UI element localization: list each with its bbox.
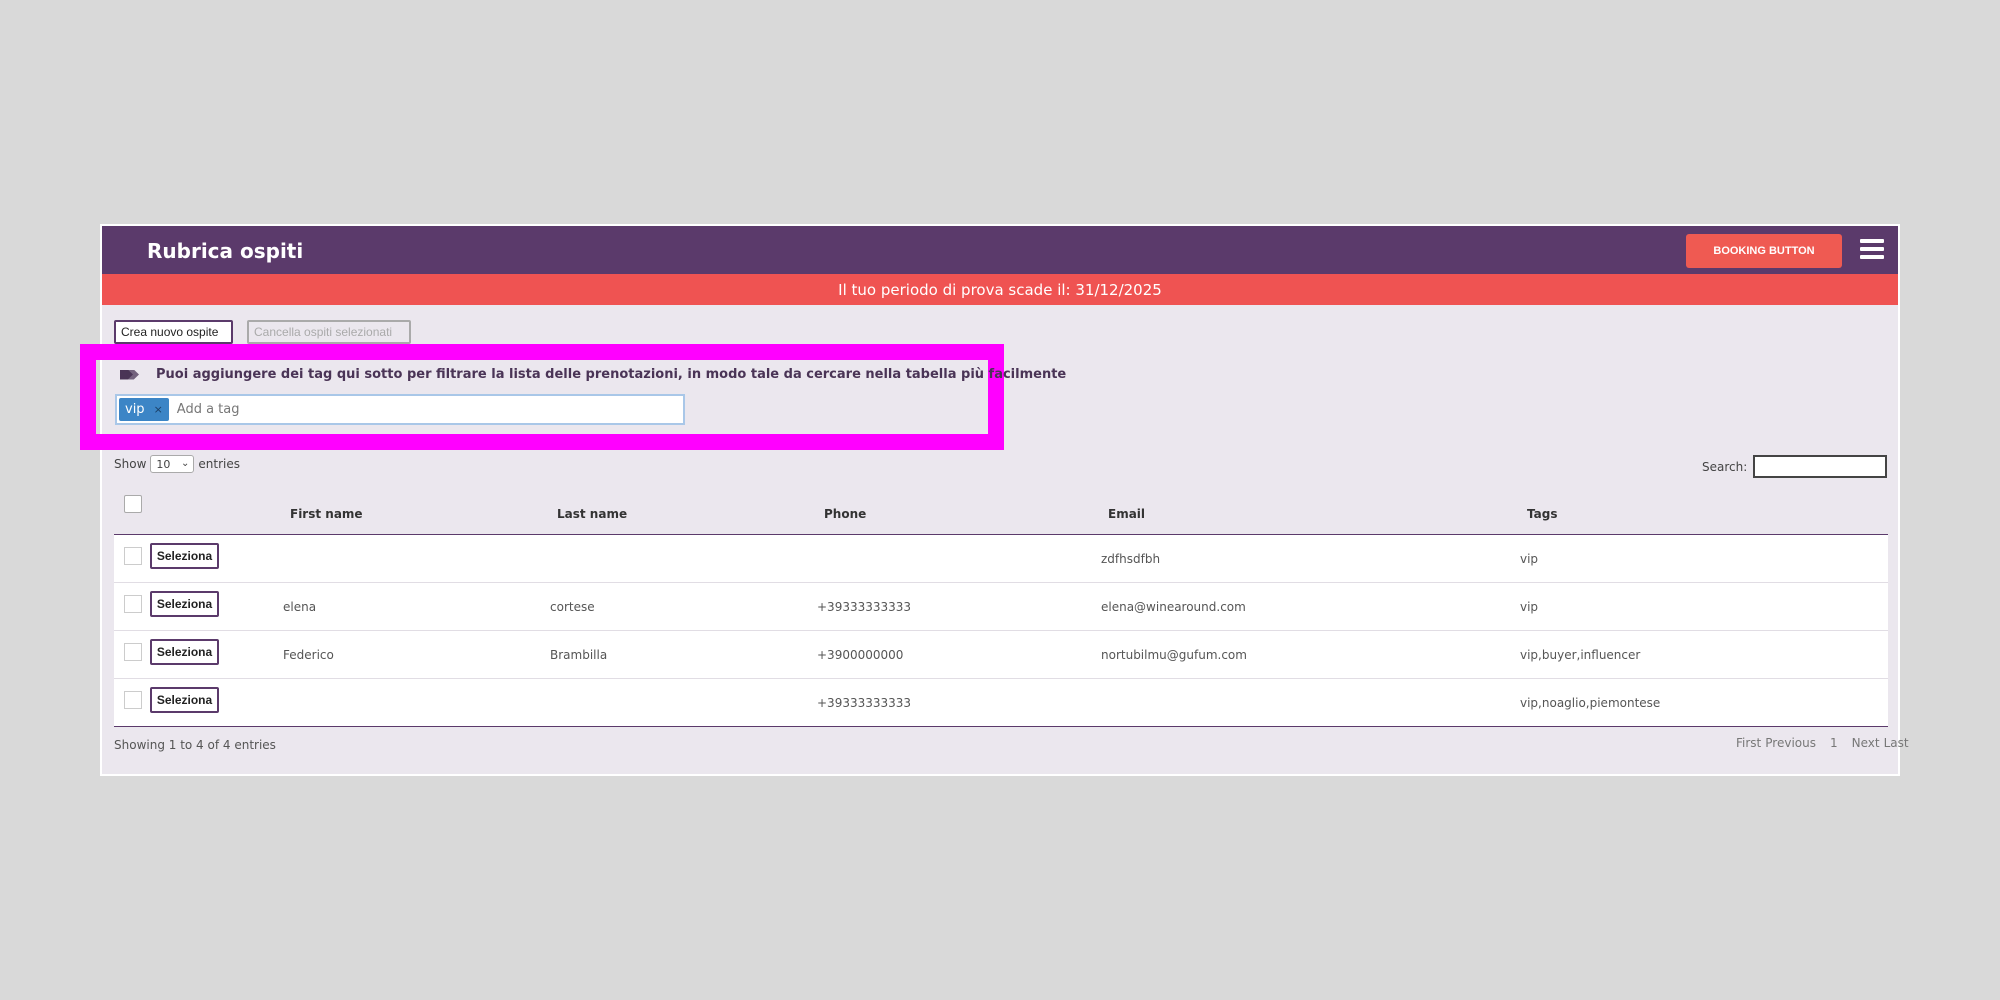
table-row: Seleziona +39333333333 vip,noaglio,piemo…: [114, 679, 1888, 727]
table-row: Seleziona zdfhsdfbh vip: [114, 535, 1888, 583]
cell-tags: vip: [1520, 600, 1539, 614]
tag-filter-info: Puoi aggiungere dei tag qui sotto per fi…: [120, 367, 1066, 382]
delete-selected-button[interactable]: Cancella ospiti selezionati: [247, 320, 411, 344]
pager-last[interactable]: Last: [1884, 736, 1909, 750]
row-checkbox[interactable]: [124, 547, 142, 565]
pager-first[interactable]: First: [1736, 736, 1761, 750]
select-button[interactable]: Seleziona: [150, 591, 219, 617]
cell-phone: +39333333333: [817, 600, 912, 614]
select-button[interactable]: Seleziona: [150, 639, 219, 665]
cell-tags: vip,noaglio,piemontese: [1520, 696, 1661, 710]
table-row: Seleziona elena cortese +39333333333 ele…: [114, 583, 1888, 631]
table-info: Showing 1 to 4 of 4 entries: [114, 738, 276, 752]
pager-page-1[interactable]: 1: [1830, 736, 1838, 750]
cell-email: zdfhsdfbh: [1101, 552, 1161, 566]
header-last-name[interactable]: Last name: [557, 507, 627, 521]
entries-select[interactable]: 10 ⌄: [150, 455, 195, 473]
row-checkbox[interactable]: [124, 643, 142, 661]
pager-next[interactable]: Next: [1852, 736, 1880, 750]
header-tags[interactable]: Tags: [1527, 507, 1557, 521]
pager-previous[interactable]: Previous: [1765, 736, 1816, 750]
header-phone[interactable]: Phone: [824, 507, 866, 521]
select-button[interactable]: Seleziona: [150, 543, 219, 569]
cell-email: elena@winearound.com: [1101, 600, 1246, 614]
table-header: First name Last name Phone Email Tags: [114, 483, 1888, 535]
entries-control: Show 10 ⌄ entries: [114, 455, 240, 473]
search-input[interactable]: [1753, 455, 1888, 478]
entries-label: entries: [198, 457, 240, 471]
tag-input[interactable]: vip × Add a tag: [115, 394, 685, 425]
table-row: Seleziona Federico Brambilla +3900000000…: [114, 631, 1888, 679]
app-panel: Rubrica ospiti BOOKING BUTTON Il tuo per…: [80, 224, 1909, 776]
pagination: First Previous 1 Next Last: [1736, 736, 1909, 750]
remove-tag-icon[interactable]: ×: [154, 403, 163, 416]
cell-phone: +3900000000: [817, 648, 904, 662]
tags-icon: [120, 368, 140, 382]
create-guest-button[interactable]: Crea nuovo ospite: [114, 320, 233, 344]
cell-tags: vip: [1520, 552, 1539, 566]
top-bar: Rubrica ospiti BOOKING BUTTON: [102, 226, 1898, 274]
row-checkbox[interactable]: [124, 595, 142, 613]
select-button[interactable]: Seleziona: [150, 687, 219, 713]
cell-first-name: elena: [283, 600, 317, 614]
page-title: Rubrica ospiti: [147, 239, 304, 263]
tag-filter-text: Puoi aggiungere dei tag qui sotto per fi…: [156, 367, 1067, 382]
trial-banner: Il tuo periodo di prova scade il: 31/12/…: [102, 274, 1898, 305]
tag-chip-vip[interactable]: vip ×: [119, 398, 169, 421]
select-all-checkbox[interactable]: [124, 495, 142, 513]
cell-first-name: Federico: [283, 648, 334, 662]
search-label: Search:: [1702, 459, 1748, 474]
entries-value: 10: [156, 457, 171, 471]
tag-placeholder: Add a tag: [176, 402, 240, 417]
tag-chip-label: vip: [125, 402, 145, 417]
cell-last-name: Brambilla: [550, 648, 608, 662]
hamburger-icon[interactable]: [1860, 239, 1884, 259]
search-control: Search:: [1702, 455, 1888, 478]
booking-button[interactable]: BOOKING BUTTON: [1686, 234, 1842, 268]
header-first-name[interactable]: First name: [290, 507, 363, 521]
cell-last-name: cortese: [550, 600, 595, 614]
cell-tags: vip,buyer,influencer: [1520, 648, 1641, 662]
show-label: Show: [114, 457, 147, 471]
chevron-down-icon: ⌄: [181, 458, 190, 469]
row-checkbox[interactable]: [124, 691, 142, 709]
guest-table: First name Last name Phone Email Tags Se…: [114, 483, 1888, 727]
header-email[interactable]: Email: [1108, 507, 1145, 521]
cell-phone: +39333333333: [817, 696, 912, 710]
cell-email: nortubilmu@gufum.com: [1101, 648, 1247, 662]
